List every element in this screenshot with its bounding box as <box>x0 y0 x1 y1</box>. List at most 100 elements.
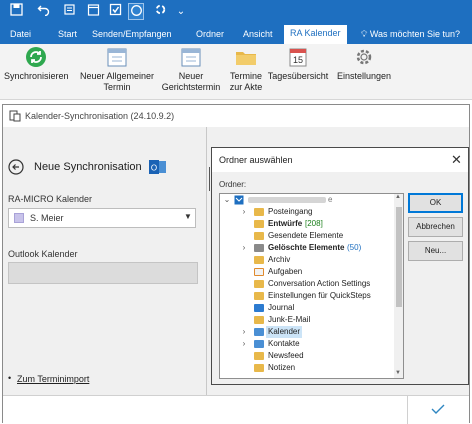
tab-ansicht[interactable]: Ansicht <box>243 27 273 41</box>
customize-quick-access-icon[interactable]: ⌄ <box>173 3 189 20</box>
tree-item[interactable]: › Gelöschte Elemente (50) <box>220 242 390 254</box>
folder-tree[interactable]: ⌄ e › Posteingang Entwürfe [208] Gesendete E… <box>219 193 404 379</box>
calendar-icon[interactable] <box>85 3 101 20</box>
contacts-icon <box>254 340 264 348</box>
scroll-down-arrow-icon[interactable]: ▼ <box>395 370 401 376</box>
new-court-appointment-line1: Neuer <box>178 71 204 81</box>
tree-item[interactable]: Aufgaben <box>220 266 390 278</box>
cancel-button[interactable]: Abbrechen <box>408 217 463 237</box>
tree-scrollbar[interactable]: ▲ ▼ <box>394 194 403 378</box>
tree-item[interactable]: Archiv <box>220 254 390 266</box>
sync-icon <box>25 46 47 68</box>
dialog-title-bar: Ordner auswählen ✕ <box>212 148 468 172</box>
tree-item-label: Kontakte <box>268 339 300 348</box>
sync-window-title-bar: Kalender-Synchronisation (24.10.9.2) <box>3 105 469 127</box>
sync-settings-panel: Neue Synchronisation O RA-MICRO Kalender… <box>3 127 207 395</box>
new-court-appointment-button[interactable]: Neuer Gerichtstermin <box>160 46 222 93</box>
sync-footer <box>3 395 469 424</box>
tree-item[interactable]: Notizen <box>220 362 390 374</box>
ra-micro-calendar-label: RA-MICRO Kalender <box>8 194 93 204</box>
tab-ordner[interactable]: Ordner <box>196 27 224 41</box>
new-folder-button[interactable]: Neu... <box>408 241 463 261</box>
tab-datei[interactable]: Datei <box>10 27 31 41</box>
expand-chevron-icon[interactable]: › <box>240 206 248 218</box>
folder-icon <box>254 208 264 216</box>
outlook-calendar-field[interactable] <box>8 262 198 284</box>
folder-icon <box>254 292 264 300</box>
tree-item[interactable]: Einstellungen für QuickSteps <box>220 290 390 302</box>
appointments-to-file-line2: zur Akte <box>229 82 263 92</box>
tab-senden-empfangen[interactable]: Senden/Empfangen <box>92 27 172 41</box>
scroll-up-arrow-icon[interactable]: ▲ <box>395 194 401 200</box>
folder-icon <box>254 352 264 360</box>
settings-button[interactable]: Einstellungen <box>332 46 396 82</box>
tab-start[interactable]: Start <box>58 27 77 41</box>
appointments-to-file-button[interactable]: Termine zur Akte <box>227 46 265 93</box>
tree-item[interactable]: Gesendete Elemente <box>220 230 390 242</box>
expand-chevron-icon[interactable]: › <box>240 242 248 254</box>
folder-icon <box>235 46 257 68</box>
new-court-appointment-line2: Gerichtstermin <box>161 82 221 92</box>
tree-item[interactable]: Entwürfe [208] <box>220 218 390 230</box>
folder-icon <box>254 232 264 240</box>
circle-icon[interactable] <box>128 3 144 20</box>
tree-item[interactable]: › Posteingang <box>220 206 390 218</box>
tree-root[interactable]: ⌄ e <box>220 194 390 206</box>
synchronize-button[interactable]: Synchronisieren <box>4 46 69 82</box>
journal-icon <box>254 304 264 312</box>
svg-text:O: O <box>151 164 157 173</box>
junk-icon <box>254 316 264 324</box>
expand-chevron-icon[interactable]: › <box>240 338 248 350</box>
folder-select-dialog: Ordner auswählen ✕ Ordner: ⌄ e › Posteing… <box>211 147 469 385</box>
dropdown-arrow-icon: ▼ <box>184 212 192 221</box>
tree-item-label: Gesendete Elemente <box>268 231 344 240</box>
daily-overview-button[interactable]: 15 Tagesübersicht <box>264 46 332 82</box>
settings-label: Einstellungen <box>336 71 392 81</box>
tree-item-label: Notizen <box>268 363 296 372</box>
save-icon[interactable] <box>8 3 24 20</box>
scroll-thumb[interactable] <box>396 207 402 307</box>
collapse-chevron-icon[interactable]: ⌄ <box>223 194 231 206</box>
tree-item-label: Newsfeed <box>268 351 304 360</box>
tree-item-label: Archiv <box>268 255 291 264</box>
tree-item[interactable]: Newsfeed <box>220 350 390 362</box>
tree-item-label: Kalender <box>266 326 303 338</box>
undo-icon[interactable] <box>35 3 51 20</box>
task-check-icon[interactable] <box>107 3 123 20</box>
new-general-appointment-line1: Neuer Allgemeiner <box>79 71 155 81</box>
tree-item[interactable]: Journal <box>220 302 390 314</box>
expand-chevron-icon[interactable]: › <box>240 326 248 338</box>
ribbon-tab-bar: Datei Start Senden/Empfangen Ordner Ansi… <box>0 24 472 44</box>
new-general-appointment-line2: Termin <box>103 82 131 92</box>
sync-icon[interactable] <box>152 3 168 20</box>
ra-micro-calendar-select[interactable]: S. Meier ▼ <box>8 208 196 228</box>
folder-icon <box>254 256 264 264</box>
tree-item-label: Conversation Action Settings <box>268 279 371 288</box>
appointments-to-file-line1: Termine <box>229 71 262 81</box>
close-icon[interactable]: ✕ <box>451 152 462 168</box>
redacted-account-name <box>248 197 326 203</box>
ribbon: Synchronisieren Neuer Allgemeiner Termin… <box>0 44 472 100</box>
calendar-color-swatch <box>14 213 24 223</box>
sync-window-title: Kalender-Synchronisation (24.10.9.2) <box>25 111 175 121</box>
print-icon[interactable] <box>61 3 77 20</box>
tree-item-count: [208] <box>305 219 323 228</box>
tree-item[interactable]: Junk-E-Mail <box>220 314 390 326</box>
ok-button[interactable]: OK <box>408 193 463 213</box>
tab-ra-kalender[interactable]: RA Kalender <box>284 25 347 44</box>
tree-item[interactable]: › Kalender <box>220 326 390 338</box>
tree-item[interactable]: › Kontakte <box>220 338 390 350</box>
calendar-day-number: 15 <box>293 55 303 65</box>
confirm-check-icon[interactable] <box>430 402 446 418</box>
tree-item[interactable]: Conversation Action Settings <box>220 278 390 290</box>
terminimport-link[interactable]: Zum Terminimport <box>17 374 89 384</box>
new-general-appointment-button[interactable]: Neuer Allgemeiner Termin <box>73 46 161 93</box>
bullet-icon: • <box>8 373 12 383</box>
tree-item-label: Entwürfe <box>268 219 303 228</box>
tree-item-count: (50) <box>347 243 362 252</box>
tell-me-search[interactable]: 💡︎ Was möchten Sie tun? <box>361 27 460 41</box>
trash-icon <box>254 244 264 252</box>
synchronize-label: Synchronisieren <box>4 71 69 81</box>
back-arrow-icon[interactable] <box>8 159 24 177</box>
folder-icon <box>254 280 264 288</box>
